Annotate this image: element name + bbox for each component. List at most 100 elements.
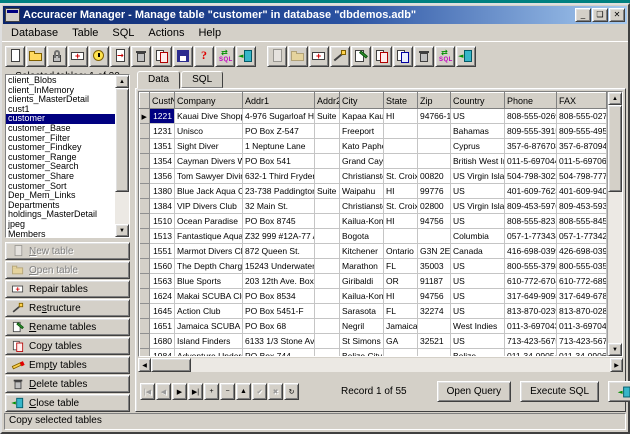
menu-database[interactable]: Database [4, 26, 65, 40]
cell-state[interactable]: FL [384, 259, 418, 274]
column-header[interactable]: FAX [557, 93, 607, 109]
minimize-button[interactable]: _ [575, 8, 591, 22]
nav-refresh-button[interactable]: ↻ [284, 383, 299, 400]
cell-addr2[interactable] [315, 124, 340, 139]
menu-table[interactable]: Table [65, 26, 105, 40]
table-row[interactable]: 1231 Unisco PO Box Z-547 Freeport Bahama… [140, 124, 608, 139]
cell-addr2[interactable] [315, 244, 340, 259]
cell-fax[interactable]: 011-34-09064 [557, 349, 607, 357]
cell-custno[interactable]: 1351 [150, 139, 175, 154]
cell-addr1[interactable]: 632-1 Third Frydenho [243, 169, 315, 184]
table-list-item[interactable]: customer_Findkey [6, 143, 115, 153]
table-row[interactable]: 1651 Jamaica SCUBA Centre PO Box 68 Negr… [140, 319, 608, 334]
cell-city[interactable]: Kailua-Kona [340, 289, 384, 304]
cell-country[interactable]: US [451, 274, 505, 289]
execute-sql-button[interactable]: Execute SQL [520, 381, 599, 402]
cell-fax[interactable]: 808-555-0278 [557, 109, 607, 124]
table-list-item[interactable]: Departments [6, 201, 115, 211]
cell-zip[interactable] [418, 124, 451, 139]
cell-zip[interactable]: 99776 [418, 184, 451, 199]
cell-company[interactable]: Makai SCUBA Club [175, 289, 243, 304]
toolbar-repair-tables-button[interactable] [309, 46, 329, 67]
cell-city[interactable]: Waipahu [340, 184, 384, 199]
table-list-item[interactable]: customer_Filter [6, 134, 115, 144]
toolbar-copy-tables-button[interactable] [372, 46, 392, 67]
column-header[interactable]: City [340, 93, 384, 109]
table-list-item[interactable]: customer_Sort [6, 182, 115, 192]
cell-addr2[interactable] [315, 289, 340, 304]
cell-company[interactable]: Marmot Divers Club [175, 244, 243, 259]
cell-custno[interactable]: 1513 [150, 229, 175, 244]
nav-prior-button[interactable]: ◀ [156, 383, 171, 400]
cell-country[interactable]: US [451, 259, 505, 274]
table-row[interactable]: 1560 The Depth Charge 15243 Underwater F… [140, 259, 608, 274]
cell-fax[interactable]: 800-555-0353 [557, 259, 607, 274]
table-list-item[interactable]: customer_Range [6, 153, 115, 163]
cell-company[interactable]: Cayman Divers World [175, 154, 243, 169]
toolbar-empty-tables-button[interactable] [393, 46, 413, 67]
cell-custno[interactable]: 1680 [150, 334, 175, 349]
delete-tables-button[interactable]: Delete tables [5, 375, 130, 393]
cell-addr1[interactable]: PO Box Z-547 [243, 124, 315, 139]
cell-zip[interactable]: 94756 [418, 289, 451, 304]
restructure-button[interactable]: Restructure [5, 299, 130, 317]
toolbar-open-table-button[interactable] [288, 46, 308, 67]
cell-addr1[interactable]: 203 12th Ave. Box 74 [243, 274, 315, 289]
new-table-button[interactable]: New table [5, 242, 130, 260]
column-header[interactable]: Country [451, 93, 505, 109]
table-list-item[interactable]: customer_Base [6, 124, 115, 134]
cell-company[interactable]: Blue Sports [175, 274, 243, 289]
menu-help[interactable]: Help [191, 26, 228, 40]
cell-addr1[interactable]: 4-976 Sugarloaf Hwy [243, 109, 315, 124]
cell-custno[interactable]: 1221 [150, 109, 175, 124]
scrollbar-track[interactable] [608, 105, 622, 343]
grid-hscrollbar[interactable]: ◀ ▶ [138, 358, 623, 372]
cell-country[interactable]: US [451, 214, 505, 229]
close-table-bottom-button[interactable]: Close table [608, 381, 630, 402]
cell-addr1[interactable]: 6133 1/3 Stone Avenu [243, 334, 315, 349]
cell-state[interactable]: OR [384, 274, 418, 289]
nav-first-button[interactable]: |◀ [140, 383, 155, 400]
cell-city[interactable]: Freeport [340, 124, 384, 139]
table-row[interactable]: 1356 Tom Sawyer Diving Ce 632-1 Third Fr… [140, 169, 608, 184]
cell-zip[interactable]: 32521 [418, 334, 451, 349]
cell-state[interactable]: St. Croix [384, 169, 418, 184]
cell-fax[interactable]: 610-772-6898 [557, 274, 607, 289]
cell-city[interactable]: Negril [340, 319, 384, 334]
column-header[interactable]: Zip [418, 93, 451, 109]
cell-addr2[interactable] [315, 199, 340, 214]
copy-tables-button[interactable]: Copy tables [5, 337, 130, 355]
cell-custno[interactable]: 1984 [150, 349, 175, 357]
cell-addr2[interactable]: Suite 310 [315, 184, 340, 199]
cell-fax[interactable]: 809-555-4958 [557, 124, 607, 139]
table-row[interactable]: 1513 Fantastique Aquatica Z32 999 #12A-7… [140, 229, 608, 244]
table-list-item[interactable]: Members [6, 230, 115, 238]
table-row[interactable]: 1680 Island Finders 6133 1/3 Stone Avenu… [140, 334, 608, 349]
toolbar-new-table-button[interactable] [267, 46, 287, 67]
open-table-button[interactable]: Open table [5, 261, 130, 279]
cell-custno[interactable]: 1384 [150, 199, 175, 214]
cell-country[interactable]: Bahamas [451, 124, 505, 139]
table-row[interactable]: 1984 Adventure Undersea PO Box 744 Beliz… [140, 349, 608, 357]
table-row[interactable]: 1351 Sight Diver 1 Neptune Lane Kato Pap… [140, 139, 608, 154]
cell-country[interactable]: US [451, 304, 505, 319]
scrollbar-track[interactable] [151, 358, 610, 372]
cell-phone[interactable]: 610-772-6704 [505, 274, 557, 289]
cell-company[interactable]: Island Finders [175, 334, 243, 349]
cell-phone[interactable]: 809-453-5976 [505, 199, 557, 214]
cell-addr2[interactable] [315, 139, 340, 154]
cell-city[interactable]: Christiansted [340, 199, 384, 214]
table-list-item[interactable]: Dep_Mem_Links [6, 191, 115, 201]
nav-cancel-button[interactable]: ✖ [268, 383, 283, 400]
cell-addr1[interactable]: 15243 Underwater Fwy [243, 259, 315, 274]
cell-city[interactable]: Christiansted [340, 169, 384, 184]
cell-country[interactable]: US Virgin Islands [451, 169, 505, 184]
cell-company[interactable]: Unisco [175, 124, 243, 139]
cell-addr1[interactable]: 23-738 Paddington La [243, 184, 315, 199]
table-list-item[interactable]: holdings_MasterDetail [6, 210, 115, 220]
cell-phone[interactable]: 401-609-7623 [505, 184, 557, 199]
cell-city[interactable]: Kapaa Kauai [340, 109, 384, 124]
cell-state[interactable] [384, 229, 418, 244]
cell-phone[interactable]: 813-870-0239 [505, 304, 557, 319]
scroll-up-arrow-icon[interactable]: ▲ [115, 75, 129, 88]
